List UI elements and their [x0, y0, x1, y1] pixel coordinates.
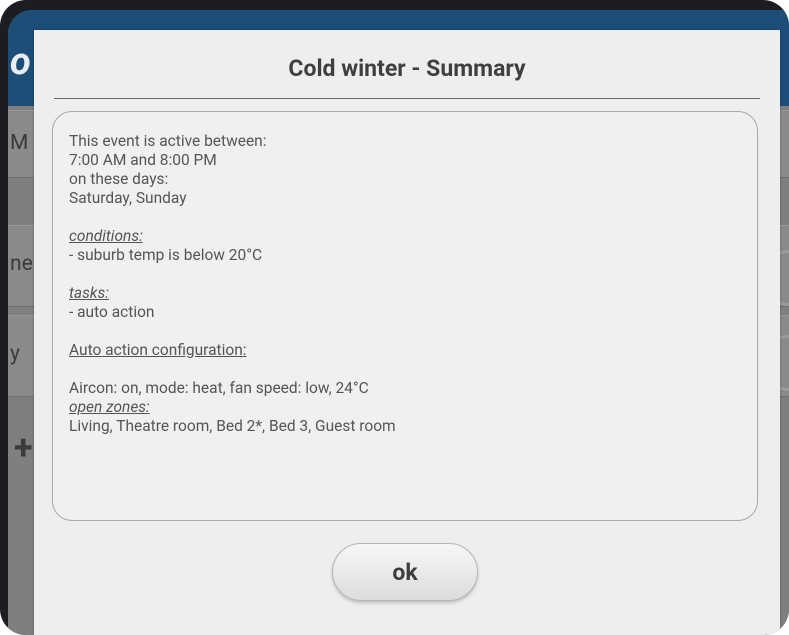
- active-between-label: This event is active between:: [69, 132, 267, 150]
- background-row-text: y: [10, 342, 20, 366]
- task-item: - auto action: [69, 303, 155, 321]
- aircon-config: Aircon: on, mode: heat, fan speed: low, …: [69, 379, 369, 397]
- summary-dialog: Cold winter - Summary This event is acti…: [34, 30, 780, 635]
- open-zones-list: Living, Theatre room, Bed 2*, Bed 3, Gue…: [69, 417, 396, 435]
- active-days: Saturday, Sunday: [69, 189, 187, 207]
- summary-text-box: This event is active between: 7:00 AM an…: [52, 111, 758, 521]
- condition-item: - suburb temp is below 20°C: [69, 246, 263, 264]
- title-divider: [54, 98, 760, 99]
- tasks-heading: tasks:: [69, 284, 109, 302]
- background-add-icon: +: [14, 428, 33, 468]
- background-row-text: ne: [10, 252, 33, 276]
- ok-button[interactable]: ok: [332, 543, 478, 601]
- background-header-text: o: [10, 40, 31, 84]
- dialog-title: Cold winter - Summary: [288, 55, 526, 82]
- auto-action-heading: Auto action configuration:: [69, 341, 247, 359]
- conditions-heading: conditions:: [69, 227, 143, 245]
- active-time-range: 7:00 AM and 8:00 PM: [69, 151, 217, 169]
- background-row-text: M: [10, 131, 29, 155]
- open-zones-heading: open zones:: [69, 398, 150, 416]
- device-frame: o M ne y + Cold winter - Summary This ev…: [0, 0, 789, 635]
- days-label: on these days:: [69, 170, 169, 188]
